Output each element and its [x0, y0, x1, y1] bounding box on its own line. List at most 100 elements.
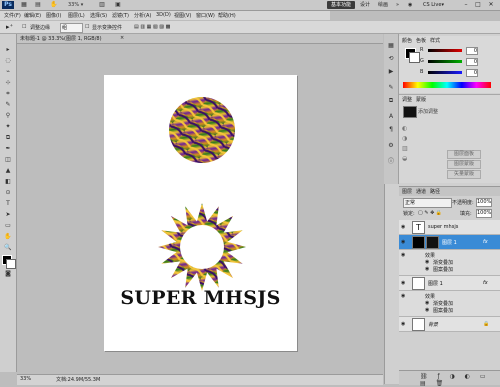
mini-bridge-icon[interactable]: ▤ — [32, 1, 44, 9]
spot-heal-tool-icon[interactable]: ⚲ — [3, 112, 13, 120]
eye-icon[interactable]: ◉ — [401, 280, 407, 286]
history-brush-tool-icon[interactable]: ✒ — [3, 145, 13, 153]
blue-value[interactable]: 0 — [466, 69, 478, 77]
fx-badge[interactable]: fx — [483, 239, 488, 245]
maximize-button[interactable]: □ — [474, 1, 482, 9]
adjust-button-3[interactable]: 矢量蒙版 — [447, 170, 481, 179]
dodge-tool-icon[interactable]: ◧ — [3, 178, 13, 186]
menu-filter[interactable]: 滤镜(T) — [112, 12, 129, 19]
menu-select[interactable]: 选择(S) — [90, 12, 107, 19]
document-close-button[interactable]: × — [120, 35, 124, 41]
menu-analysis[interactable]: 分析(A) — [134, 12, 151, 19]
eye-icon[interactable]: ◉ — [425, 300, 431, 306]
tool-presets-panel-icon[interactable]: ⚙ — [387, 142, 395, 150]
red-slider[interactable] — [428, 49, 462, 52]
tab-channels[interactable]: 通道 — [416, 188, 426, 195]
brush-tool-icon[interactable]: ✦ — [3, 123, 13, 131]
document-canvas[interactable]: SUPER MHSJS — [104, 75, 297, 351]
fx-badge[interactable]: fx — [483, 280, 488, 286]
eye-icon[interactable]: ◉ — [401, 239, 407, 245]
hand-tool-icon[interactable]: ✋ — [3, 233, 13, 241]
lasso-tool-icon[interactable]: ⌁ — [3, 68, 13, 76]
effect-item[interactable]: 图案叠加 — [433, 307, 453, 314]
cs-live-icon[interactable]: ◉ — [408, 1, 412, 9]
clone-stamp-tool-icon[interactable]: ⧉ — [3, 134, 13, 142]
workspace-design-button[interactable]: 设计 — [360, 1, 370, 9]
layer-name[interactable]: super mhsjs — [428, 224, 458, 230]
mini-bridge-panel-icon[interactable]: ▦ — [387, 42, 395, 50]
layer-name[interactable]: 图层 1 — [428, 280, 443, 287]
menu-layer[interactable]: 图层(L) — [68, 12, 85, 19]
eye-icon[interactable]: ◉ — [401, 224, 407, 230]
layer-name[interactable]: 背景 — [428, 321, 438, 328]
layers-footer-icons[interactable]: ⛓ ƒ ◑ ◐ ▭ ▤ 🗑 — [420, 373, 500, 387]
tab-paths[interactable]: 路径 — [430, 188, 440, 195]
brushes-panel-icon[interactable]: ✎ — [387, 84, 395, 92]
adjustment-icons[interactable]: ◐ ◑ ▥ ◒ — [402, 124, 408, 164]
menu-edit[interactable]: 编辑(E) — [24, 12, 41, 19]
shape-tool-icon[interactable]: ▭ — [3, 222, 13, 230]
tab-adjustments[interactable]: 调整 — [402, 96, 412, 103]
adjust-button-1[interactable]: 图层面板 — [447, 150, 481, 159]
clone-source-panel-icon[interactable]: ⧉ — [387, 97, 395, 105]
eye-icon[interactable]: ◉ — [425, 259, 431, 265]
actions-panel-icon[interactable]: ▶ — [387, 68, 395, 76]
menu-file[interactable]: 文件(F) — [4, 12, 21, 19]
history-panel-icon[interactable]: ⟲ — [387, 55, 395, 63]
eye-icon[interactable]: ◉ — [425, 266, 431, 272]
info-panel-icon[interactable]: ⓘ — [387, 158, 395, 166]
workspace-more-icon[interactable]: » — [396, 1, 399, 9]
green-value[interactable]: 0 — [466, 58, 478, 66]
tab-swatches[interactable]: 色板 — [416, 37, 426, 44]
background-color-swatch[interactable] — [6, 259, 16, 269]
paragraph-panel-icon[interactable]: ¶ — [387, 126, 395, 134]
fill-input[interactable]: 100% — [476, 209, 492, 218]
character-panel-icon[interactable]: A — [387, 113, 395, 121]
green-slider[interactable] — [428, 60, 462, 63]
workspace-essentials-button[interactable]: 基本功能 — [327, 1, 355, 9]
path-select-tool-icon[interactable]: ➤ — [3, 211, 13, 219]
layer-name[interactable]: 图层 1 — [442, 239, 457, 246]
blend-mode-select[interactable]: 正常 — [403, 198, 452, 208]
quick-mask-icon[interactable]: ◙ — [3, 270, 13, 278]
effect-item[interactable]: 图案叠加 — [433, 266, 453, 273]
pen-tool-icon[interactable]: ⊙ — [3, 189, 13, 197]
gradient-tool-icon[interactable]: ▲ — [3, 167, 13, 175]
tab-styles[interactable]: 样式 — [430, 37, 440, 44]
color-spectrum-bar[interactable] — [403, 82, 491, 88]
eye-icon[interactable]: ◉ — [401, 321, 407, 327]
eraser-tool-icon[interactable]: ◫ — [3, 156, 13, 164]
workspace-painting-button[interactable]: 绘画 — [378, 1, 388, 9]
tab-color[interactable]: 颜色 — [402, 37, 412, 44]
close-window-button[interactable]: ✕ — [487, 1, 495, 9]
lock-icons[interactable]: ▢ ✎ ✥ 🔒 — [418, 210, 442, 216]
hand-tool-icon[interactable]: ✋ — [48, 1, 60, 9]
color-background-chip[interactable] — [409, 52, 420, 63]
minimize-button[interactable]: – — [462, 1, 470, 9]
auto-select-target-select[interactable]: 组 — [60, 23, 83, 33]
quick-select-tool-icon[interactable]: ⊹ — [3, 79, 13, 87]
effect-item[interactable]: 渐变叠加 — [433, 259, 453, 266]
arrange-documents-icon[interactable]: ▥ — [96, 1, 108, 9]
move-tool-icon[interactable]: ▸⁺ — [6, 23, 13, 31]
eyedropper-tool-icon[interactable]: ✎ — [3, 101, 13, 109]
tab-layers[interactable]: 图层 — [402, 188, 412, 195]
screen-mode-icon[interactable]: ▣ — [112, 1, 124, 9]
transform-controls-checkbox[interactable]: ☐ — [85, 24, 89, 30]
effect-item[interactable]: 渐变叠加 — [433, 300, 453, 307]
zoom-tool-icon[interactable]: 🔍 — [3, 244, 13, 252]
eye-icon[interactable]: ◉ — [425, 307, 431, 313]
blue-slider[interactable] — [428, 71, 462, 74]
cs-live-menu[interactable]: CS Live▾ — [423, 1, 444, 9]
move-tool-icon[interactable]: ▸ — [3, 46, 13, 54]
opacity-input[interactable]: 100% — [476, 198, 492, 207]
document-tab[interactable]: 未标题-1 @ 33.3%(图层 1, RGB/8) — [20, 35, 102, 42]
zoom-select[interactable]: 33% ▾ — [68, 1, 92, 9]
menu-window[interactable]: 窗口(W) — [196, 12, 215, 19]
auto-select-checkbox[interactable]: ☐ — [22, 24, 26, 30]
menu-3d[interactable]: 3D(D) — [156, 12, 171, 18]
menu-help[interactable]: 帮助(H) — [218, 12, 236, 19]
marquee-tool-icon[interactable]: ◌ — [3, 57, 13, 65]
menu-image[interactable]: 图像(I) — [46, 12, 61, 19]
eye-icon[interactable]: ◉ — [401, 252, 407, 258]
